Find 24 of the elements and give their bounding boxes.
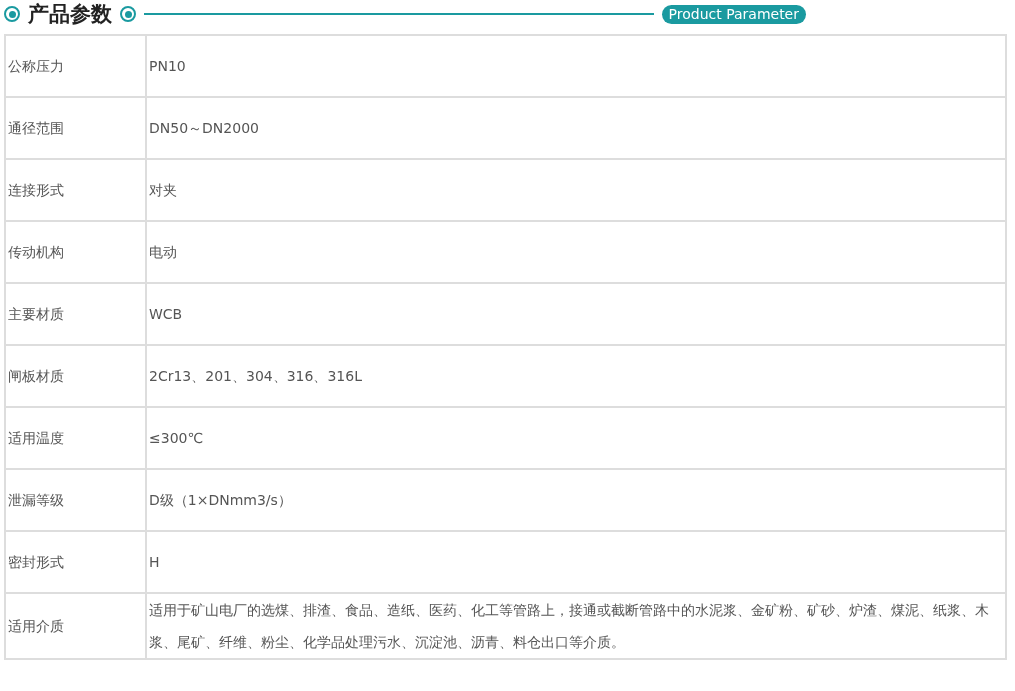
section-subtitle: Product Parameter bbox=[661, 4, 806, 24]
parameter-label: 通径范围 bbox=[8, 119, 64, 136]
parameter-value: 2Cr13、201、304、316、316L bbox=[149, 368, 362, 384]
parameter-label: 闸板材质 bbox=[8, 367, 64, 384]
parameter-label: 适用介质 bbox=[8, 617, 64, 634]
parameter-value: H bbox=[149, 554, 160, 570]
section-title: 产品参数 bbox=[28, 3, 112, 25]
parameter-label: 适用温度 bbox=[8, 429, 64, 446]
parameter-value: 电动 bbox=[149, 244, 177, 260]
parameter-label: 泄漏等级 bbox=[8, 491, 64, 508]
parameter-value: 对夹 bbox=[149, 182, 177, 198]
parameter-value: 适用于矿山电厂的选煤、排渣、食品、造纸、医药、化工等管路上，接通或截断管路中的水泥浆、金矿粉、矿砂、炉渣、煤泥、纸浆、木浆、尾矿、纤维、粉尘、化学品处理污水、沉淀池、沥青、料仓出口等介质。 bbox=[149, 602, 989, 650]
parameter-label: 主要材质 bbox=[8, 305, 64, 322]
parameter-value: DN50～DN2000 bbox=[149, 120, 259, 136]
parameter-label: 公称压力 bbox=[8, 57, 64, 74]
parameter-label: 连接形式 bbox=[8, 181, 64, 198]
parameter-label: 密封形式 bbox=[8, 553, 64, 570]
parameter-value: PN10 bbox=[149, 58, 186, 74]
parameter-value: ≤300℃ bbox=[149, 430, 204, 446]
parameter-value: WCB bbox=[149, 306, 183, 322]
parameter-value: D级（1×DNmm3/s） bbox=[149, 492, 292, 508]
target-icon bbox=[4, 6, 20, 22]
target-icon bbox=[120, 6, 136, 22]
parameter-label: 传动机构 bbox=[8, 243, 64, 260]
